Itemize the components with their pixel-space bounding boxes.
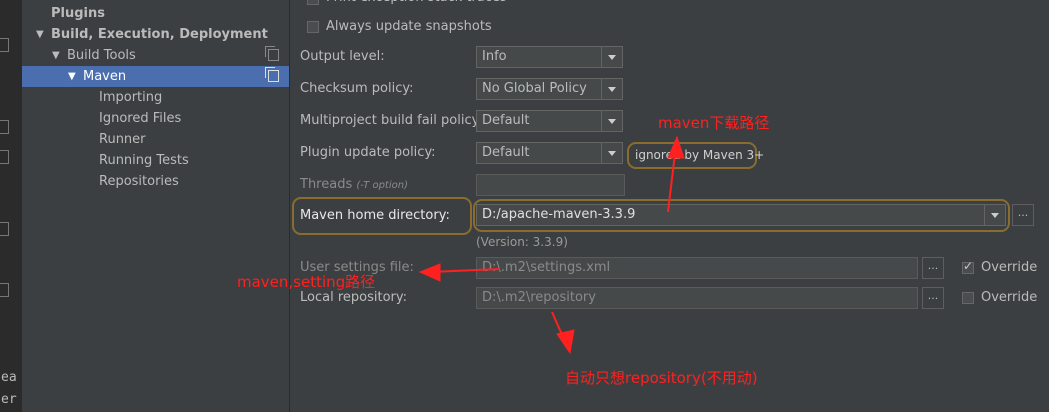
annotation-arrowhead <box>418 263 441 282</box>
annotation-arrowhead <box>556 329 575 355</box>
annotation-arrows <box>418 135 685 355</box>
annotation-arrowhead <box>667 135 685 159</box>
